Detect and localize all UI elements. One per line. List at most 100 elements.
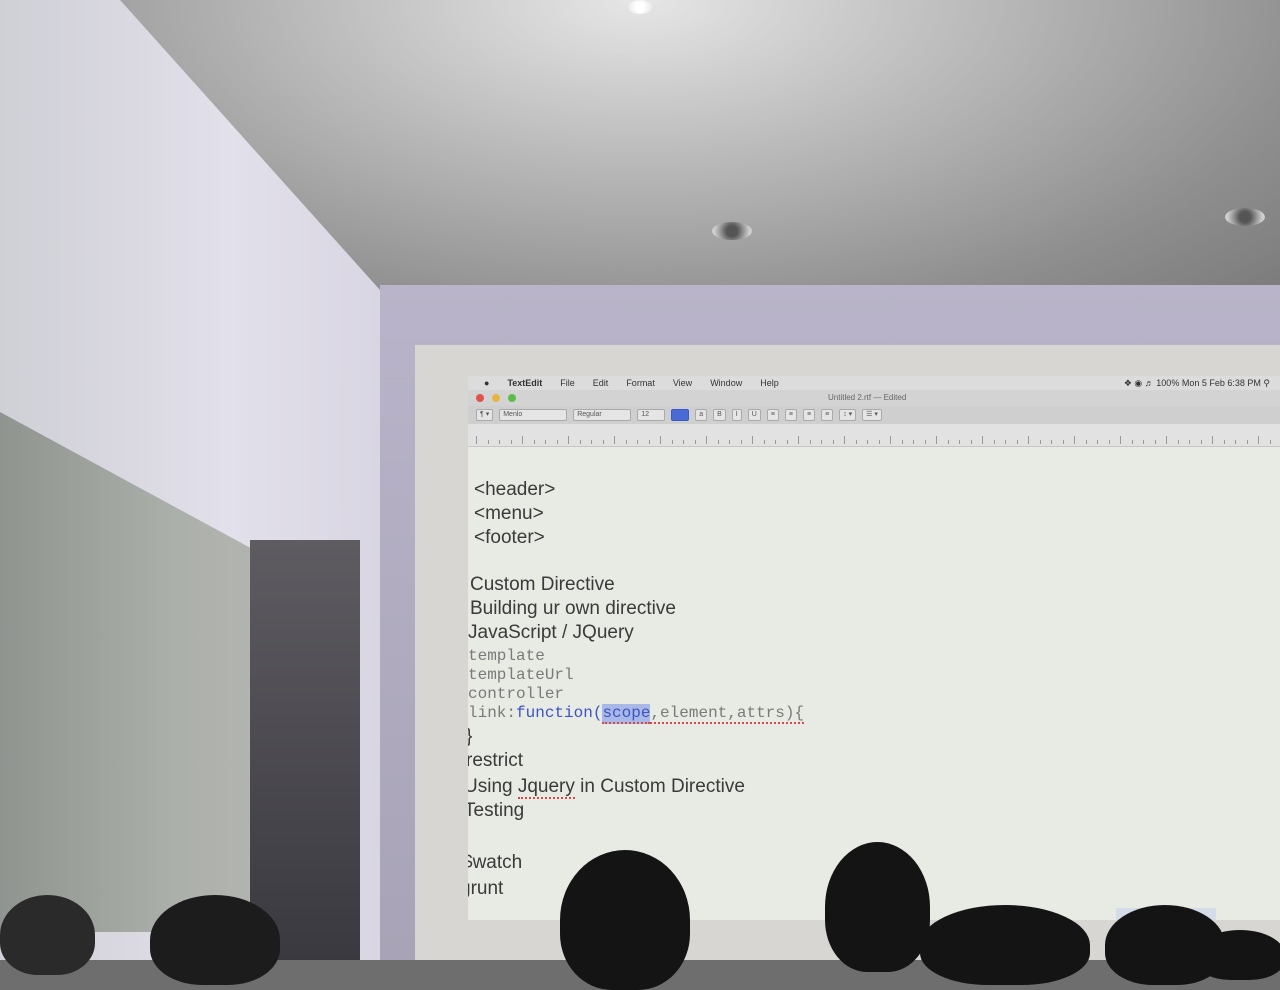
doc-line: restrict [468, 750, 523, 771]
app-menu[interactable]: TextEdit [507, 378, 542, 388]
ruler-tick [844, 436, 845, 444]
code-prefix: link: [468, 704, 517, 722]
audience-head [0, 895, 95, 975]
ruler-tick [602, 440, 604, 444]
justify-button[interactable]: ≡ [821, 409, 834, 421]
ruler-tick [533, 440, 535, 444]
ruler-tick [982, 436, 983, 444]
ceiling-light [628, 0, 652, 14]
line-spacing-select[interactable]: ↕ ▾ [839, 409, 857, 421]
text-after: in Custom Directive [574, 776, 745, 797]
ruler-tick [1143, 440, 1144, 444]
ruler-tick [993, 440, 995, 444]
doc-line: $watch [468, 852, 523, 873]
selected-text: scope [602, 704, 651, 724]
ruler-tick [1097, 440, 1098, 444]
code-line-link: link:function(scope,element,attrs){ [468, 704, 805, 724]
ruler-tick [1062, 440, 1064, 444]
ruler-tick [901, 440, 903, 444]
window-titlebar: Untitled 2.rtf — Edited [468, 390, 1280, 406]
ruler-tick [1131, 440, 1133, 444]
audience-head [920, 905, 1090, 985]
ruler-tick [1200, 440, 1202, 444]
bold-button[interactable]: B [713, 409, 726, 421]
ruler-tick [947, 440, 949, 444]
zoom-button[interactable] [508, 394, 516, 402]
ruler-tick [648, 440, 650, 444]
ruler-tick [694, 440, 696, 444]
ruler-tick [499, 440, 500, 444]
ruler-tick [568, 436, 569, 444]
underline-button[interactable]: U [747, 409, 761, 421]
ruler-tick [867, 440, 868, 444]
ruler[interactable] [468, 424, 1280, 447]
doc-line: Building ur own directive [470, 598, 676, 619]
ruler-tick [855, 440, 857, 444]
ruler-tick [1189, 440, 1190, 444]
volume-icon[interactable]: ♬ [1145, 378, 1154, 388]
battery-status[interactable]: 100% [1156, 378, 1179, 388]
align-right-button[interactable]: ≡ [803, 409, 816, 421]
ruler-tick [1177, 440, 1179, 444]
ruler-tick [1016, 440, 1018, 444]
code-line: templateUrl [468, 666, 574, 684]
font-size-select[interactable]: 12 [637, 409, 666, 421]
menu-help[interactable]: Help [760, 378, 779, 388]
ruler-tick [706, 436, 707, 444]
align-left-button[interactable]: ≡ [766, 409, 779, 421]
projected-screen: ● TextEdit File Edit Format View Window … [468, 376, 1280, 920]
wifi-icon[interactable]: ◉ [1134, 378, 1142, 389]
align-center-button[interactable]: ≡ [784, 409, 797, 421]
audience-head [825, 842, 930, 972]
font-style-select[interactable]: Regular [573, 409, 632, 421]
ruler-tick [683, 440, 684, 444]
ruler-tick [763, 440, 765, 444]
ruler-tick [959, 440, 960, 444]
ruler-tick [614, 436, 615, 444]
ruler-tick [775, 440, 776, 444]
ruler-tick [786, 440, 788, 444]
text-color-swatch[interactable] [671, 409, 690, 421]
ceiling-spotlight [712, 222, 752, 240]
italic-button[interactable]: I [731, 409, 742, 421]
ruler-tick [556, 440, 558, 444]
ruler-tick [1258, 436, 1259, 444]
close-button[interactable] [476, 394, 484, 402]
ruler-tick [1212, 436, 1213, 444]
ruler-tick [625, 440, 627, 444]
apple-icon[interactable]: ● [484, 378, 489, 388]
code-line: template [468, 647, 545, 665]
minimize-button[interactable] [492, 394, 500, 402]
doc-line: grunt [468, 878, 504, 899]
ruler-tick [924, 440, 926, 444]
ruler-tick [936, 436, 937, 444]
ruler-tick [591, 440, 592, 444]
doc-line: } [468, 726, 472, 748]
ruler-tick [1269, 440, 1271, 444]
menu-view[interactable]: View [673, 378, 692, 388]
ruler-tick [878, 440, 880, 444]
clock[interactable]: Mon 5 Feb 6:38 PM [1182, 378, 1261, 388]
menu-edit[interactable]: Edit [593, 378, 609, 388]
ruler-tick [752, 436, 753, 444]
document-title: Untitled 2.rtf — Edited [828, 393, 906, 402]
highlight-color-swatch[interactable]: a [695, 409, 708, 421]
menu-window[interactable]: Window [710, 378, 742, 388]
menu-format[interactable]: Format [626, 378, 655, 388]
ruler-tick [1028, 436, 1029, 444]
font-family-select[interactable]: Menlo [499, 409, 568, 421]
paragraph-style-select[interactable]: ¶ ▾ [476, 409, 494, 421]
menu-file[interactable]: File [560, 378, 575, 388]
ruler-tick [1108, 440, 1110, 444]
mac-menubar: ● TextEdit File Edit Format View Window … [468, 376, 1280, 390]
ruler-tick [1005, 440, 1006, 444]
ruler-tick [545, 440, 546, 444]
status-area: ❖ ◉ ♬ 100% Mon 5 Feb 6:38 PM ⚲ [1124, 378, 1280, 389]
ruler-tick [1074, 436, 1075, 444]
ceiling-spotlight [1225, 208, 1265, 226]
code-keyword: function( [516, 704, 603, 722]
spotlight-search-icon[interactable]: ⚲ [1263, 378, 1270, 389]
ruler-tick [637, 440, 638, 444]
list-style-select[interactable]: ☰ ▾ [862, 409, 882, 421]
dropbox-icon[interactable]: ❖ [1124, 378, 1132, 389]
